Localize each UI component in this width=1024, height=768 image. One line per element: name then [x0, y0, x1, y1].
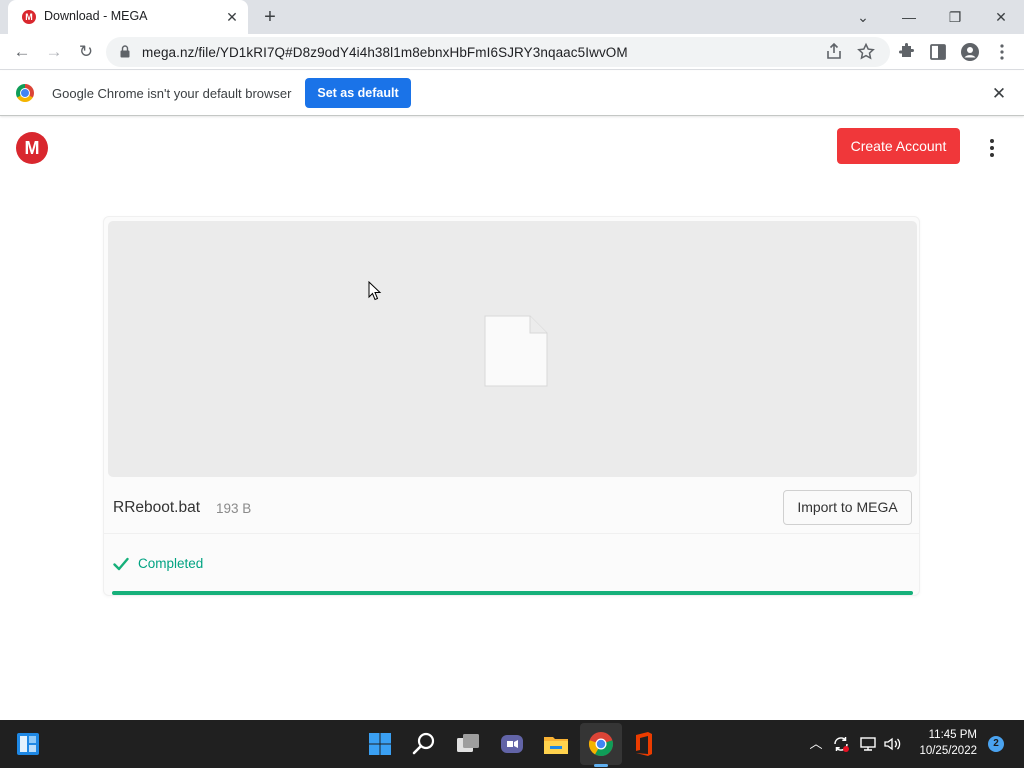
download-status: Completed — [138, 556, 204, 571]
show-hidden-icons-chevron-icon[interactable]: ︿ — [806, 734, 826, 754]
mega-logo[interactable]: M — [16, 132, 48, 164]
lock-icon[interactable] — [120, 45, 130, 58]
task-view-icon[interactable] — [452, 728, 484, 760]
forward-button[interactable]: → — [42, 40, 66, 64]
new-tab-button[interactable]: + — [259, 6, 281, 28]
chrome-taskbar-icon[interactable] — [585, 728, 617, 760]
clock-time[interactable]: 11:45 PM — [905, 729, 977, 741]
profile-icon[interactable] — [958, 40, 982, 64]
chat-icon[interactable] — [496, 728, 528, 760]
generic-file-icon — [484, 315, 548, 387]
office-icon[interactable] — [628, 728, 660, 760]
reload-button[interactable]: ↻ — [74, 40, 98, 64]
infobar-close-icon[interactable]: ✕ — [988, 83, 1010, 105]
tab-download-mega[interactable]: M Download - MEGA ✕ — [8, 0, 248, 34]
windows-taskbar: ︿ 11:45 PM 10/25/2022 — [0, 720, 1024, 768]
file-name: RReboot.bat — [113, 499, 201, 516]
tab-title: Download - MEGA — [44, 9, 148, 23]
tab-search-icon[interactable]: ⌄ — [851, 5, 875, 29]
minimize-button[interactable]: — — [897, 5, 921, 29]
tab-strip: M Download - MEGA ✕ + ⌄ — ❐ ✕ — [0, 0, 1024, 34]
file-explorer-icon[interactable] — [540, 728, 572, 760]
network-icon[interactable] — [858, 734, 878, 754]
progress-fill — [112, 591, 913, 595]
default-browser-infobar: Google Chrome isn't your default browser… — [0, 71, 1024, 116]
import-to-mega-button[interactable]: Import to MEGA — [783, 490, 912, 525]
start-windows-icon[interactable] — [364, 728, 396, 760]
bookmark-star-icon[interactable] — [854, 40, 878, 64]
download-progress-bar — [112, 591, 913, 595]
infobar-message: Google Chrome isn't your default browser — [52, 86, 292, 101]
sync-icon[interactable] — [831, 734, 851, 754]
widgets-icon[interactable] — [12, 728, 44, 760]
more-menu-icon[interactable] — [982, 136, 1002, 160]
share-icon[interactable] — [822, 40, 846, 64]
browser-toolbar: ← → ↻ mega.nz/file/YD1kRI7Q#D8z9odY4i4h3… — [0, 34, 1024, 70]
create-account-button[interactable]: Create Account — [837, 128, 960, 164]
active-app-indicator — [594, 764, 608, 767]
back-button[interactable]: ← — [10, 40, 34, 64]
url-text[interactable]: mega.nz/file/YD1kRI7Q#D8z9odY4i4h38l1m8e… — [142, 45, 628, 60]
clock-date[interactable]: 10/25/2022 — [905, 745, 977, 757]
file-size: 193 B — [216, 501, 252, 516]
divider — [104, 533, 919, 534]
extensions-icon[interactable] — [894, 40, 918, 64]
chrome-logo-icon — [16, 84, 34, 102]
search-icon[interactable] — [408, 728, 440, 760]
mega-favicon-icon: M — [22, 10, 36, 24]
chrome-menu-icon[interactable] — [990, 40, 1014, 64]
mouse-cursor-icon — [368, 281, 382, 301]
file-download-card: RReboot.bat 193 B Import to MEGA Complet… — [103, 216, 920, 596]
set-as-default-button[interactable]: Set as default — [305, 78, 411, 108]
volume-icon[interactable] — [882, 734, 902, 754]
notification-badge[interactable]: 2 — [988, 736, 1004, 752]
side-panel-icon[interactable] — [926, 40, 950, 64]
file-preview-area — [108, 221, 917, 477]
address-bar[interactable]: mega.nz/file/YD1kRI7Q#D8z9odY4i4h38l1m8e… — [106, 37, 890, 67]
checkmark-icon — [113, 557, 129, 571]
restore-button[interactable]: ❐ — [943, 5, 967, 29]
tab-close-icon[interactable]: ✕ — [224, 9, 240, 25]
close-window-button[interactable]: ✕ — [989, 5, 1013, 29]
